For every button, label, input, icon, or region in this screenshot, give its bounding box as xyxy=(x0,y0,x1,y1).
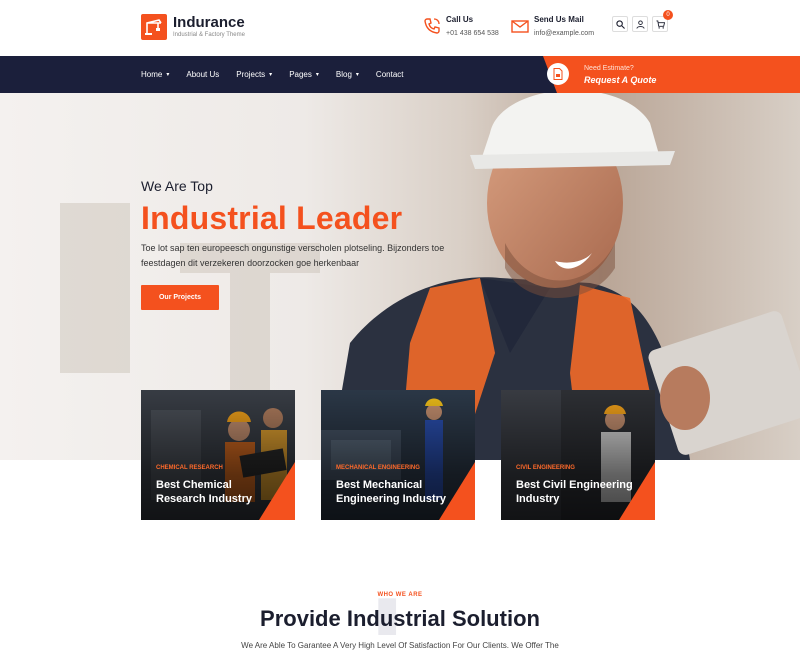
contact-call[interactable]: Call Us +01 438 654 538 xyxy=(422,15,499,39)
logo[interactable]: Indurance Industrial & Factory Theme xyxy=(141,14,245,40)
background-building xyxy=(60,203,130,373)
account-button[interactable] xyxy=(632,16,648,32)
request-quote-button[interactable]: Need Estimate? Request A Quote xyxy=(543,56,800,93)
call-title: Call Us xyxy=(446,15,474,24)
section-description: We Are Able To Garantee A Very High Leve… xyxy=(241,641,559,650)
mail-address[interactable]: info@example.com xyxy=(534,29,594,39)
chevron-down-icon: ▾ xyxy=(269,72,273,78)
quote-eyebrow: Need Estimate? xyxy=(584,65,634,72)
search-button[interactable] xyxy=(612,16,628,32)
chevron-down-icon: ▾ xyxy=(355,72,359,78)
document-icon xyxy=(547,63,569,85)
card-title[interactable]: Best Chemical Research Industry xyxy=(156,478,281,506)
hero-title: Industrial Leader xyxy=(141,200,403,236)
cart-button[interactable]: 0 xyxy=(652,10,673,32)
nav-label: Projects xyxy=(236,70,266,79)
nav-item-blog[interactable]: Blog ▾ xyxy=(336,70,359,79)
section-eyebrow: WHO WE ARE xyxy=(377,592,423,598)
nav-menu: Home ▾ About Us Projects ▾ Pages ▾ Blog ▾ Co… xyxy=(141,56,421,93)
card-category: CIVIL ENGINEERING xyxy=(516,465,575,471)
section-title: Provide Industrial Solution xyxy=(260,606,540,631)
nav-label: Pages xyxy=(289,70,312,79)
mail-title: Send Us Mail xyxy=(534,15,584,24)
card-category: CHEMICAL RESEARCH xyxy=(156,465,223,471)
card-title[interactable]: Best Civil Engineering Industry xyxy=(516,478,641,506)
service-card-chemical[interactable]: CHEMICAL RESEARCH Best Chemical Research… xyxy=(141,390,295,520)
quote-label: Request A Quote xyxy=(584,75,657,85)
envelope-icon xyxy=(511,20,529,33)
our-projects-button[interactable]: Our Projects xyxy=(141,285,219,310)
crane-icon xyxy=(141,14,167,40)
header-actions: 0 xyxy=(612,10,673,32)
nav-item-contact[interactable]: Contact xyxy=(376,70,404,79)
search-icon xyxy=(615,19,625,29)
cart-icon xyxy=(655,19,665,29)
nav-label: About Us xyxy=(186,70,220,79)
user-icon xyxy=(635,19,645,29)
hero-description: Toe lot sap ten europeesch ongunstige ve… xyxy=(141,243,445,268)
hero-subtitle: We Are Top xyxy=(141,178,213,194)
phone-icon xyxy=(424,18,440,34)
chevron-down-icon: ▾ xyxy=(315,72,319,78)
service-card-civil[interactable]: CIVIL ENGINEERING Best Civil Engineering… xyxy=(501,390,655,520)
card-title[interactable]: Best Mechanical Engineering Industry xyxy=(336,478,461,506)
top-header: Indurance Industrial & Factory Theme Cal… xyxy=(0,0,800,56)
nav-label: Home xyxy=(141,70,163,79)
chevron-down-icon: ▾ xyxy=(166,72,170,78)
cart-count-badge: 0 xyxy=(663,10,673,20)
card-category: MECHANICAL ENGINEERING xyxy=(336,465,420,471)
nav-item-pages[interactable]: Pages ▾ xyxy=(289,70,319,79)
call-number[interactable]: +01 438 654 538 xyxy=(446,29,499,39)
contact-mail[interactable]: Send Us Mail info@example.com xyxy=(510,15,594,39)
service-card-mechanical[interactable]: MECHANICAL ENGINEERING Best Mechanical E… xyxy=(321,390,475,520)
nav-item-about-us[interactable]: About Us xyxy=(186,70,219,79)
brand-name: Indurance xyxy=(173,14,245,31)
nav-item-home[interactable]: Home ▾ xyxy=(141,70,169,79)
nav-label: Blog xyxy=(335,70,352,79)
background-building xyxy=(230,273,270,393)
nav-item-projects[interactable]: Projects ▾ xyxy=(236,70,272,79)
brand-tagline: Industrial & Factory Theme xyxy=(173,32,245,38)
nav-label: Contact xyxy=(375,70,404,79)
